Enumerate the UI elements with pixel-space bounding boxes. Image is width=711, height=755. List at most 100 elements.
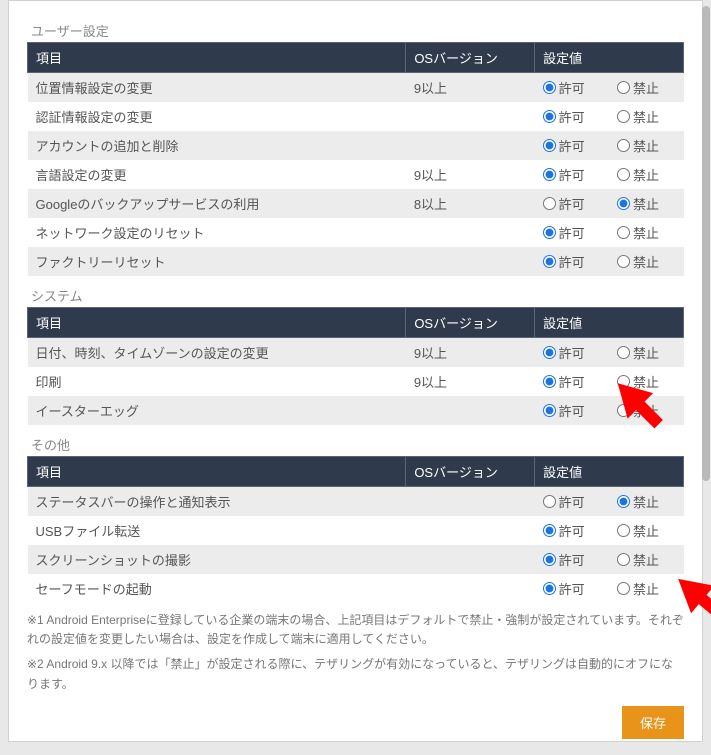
radio-cell-allow: 許可 [535, 545, 609, 574]
table-row: スクリーンショットの撮影許可禁止 [28, 545, 684, 574]
allow-label: 許可 [559, 553, 585, 568]
deny-radio[interactable] [617, 197, 630, 210]
allow-label: 許可 [559, 346, 585, 361]
os-version [406, 516, 535, 545]
allow-radio[interactable] [543, 495, 556, 508]
radio-cell-allow: 許可 [535, 73, 609, 103]
radio-cell-allow: 許可 [535, 396, 609, 425]
allow-label: 許可 [559, 524, 585, 539]
table-row: 印刷9以上許可禁止 [28, 367, 684, 396]
allow-radio[interactable] [543, 524, 556, 537]
radio-cell-allow: 許可 [535, 131, 609, 160]
os-version [406, 574, 535, 603]
item-label: 位置情報設定の変更 [28, 73, 406, 103]
radio-cell-allow: 許可 [535, 367, 609, 396]
column-header: OSバージョン [406, 43, 535, 73]
deny-label: 禁止 [633, 582, 659, 597]
column-header: 設定値 [535, 308, 684, 338]
item-label: イースターエッグ [28, 396, 406, 425]
radio-cell-deny: 禁止 [609, 189, 683, 218]
settings-panel: ユーザー設定項目OSバージョン設定値位置情報設定の変更9以上許可禁止認証情報設定… [8, 0, 703, 742]
deny-label: 禁止 [633, 553, 659, 568]
allow-radio[interactable] [543, 226, 556, 239]
deny-radio[interactable] [617, 346, 630, 359]
radio-cell-deny: 禁止 [609, 545, 683, 574]
os-version [406, 218, 535, 247]
allow-label: 許可 [559, 197, 585, 212]
radio-cell-deny: 禁止 [609, 487, 683, 517]
table-row: ステータスバーの操作と通知表示許可禁止 [28, 487, 684, 517]
os-version [406, 131, 535, 160]
scrollbar-thumb[interactable] [702, 6, 710, 481]
deny-label: 禁止 [633, 197, 659, 212]
footnote-2: ※2 Android 9.x 以降では「禁止」が設定される際に、テザリングが有効… [27, 655, 684, 693]
allow-radio[interactable] [543, 553, 556, 566]
table-row: USBファイル転送許可禁止 [28, 516, 684, 545]
radio-cell-allow: 許可 [535, 516, 609, 545]
deny-radio[interactable] [617, 255, 630, 268]
os-version: 9以上 [406, 338, 535, 368]
allow-label: 許可 [559, 404, 585, 419]
table-row: Googleのバックアップサービスの利用8以上 許可 禁止 [28, 189, 684, 218]
allow-radio[interactable] [543, 582, 556, 595]
table-row: 日付、時刻、タイムゾーンの設定の変更9以上許可禁止 [28, 338, 684, 368]
item-label: 認証情報設定の変更 [28, 102, 406, 131]
allow-label: 許可 [559, 168, 585, 183]
allow-radio[interactable] [543, 197, 556, 210]
settings-table: 項目OSバージョン設定値日付、時刻、タイムゾーンの設定の変更9以上許可禁止印刷9… [27, 307, 684, 425]
allow-radio[interactable] [543, 404, 556, 417]
table-row: アカウントの追加と削除 許可 禁止 [28, 131, 684, 160]
table-row: イースターエッグ許可禁止 [28, 396, 684, 425]
allow-label: 許可 [559, 582, 585, 597]
item-label: アカウントの追加と削除 [28, 131, 406, 160]
column-header: OSバージョン [406, 457, 535, 487]
radio-cell-allow: 許可 [535, 102, 609, 131]
deny-radio[interactable] [617, 81, 630, 94]
settings-table: 項目OSバージョン設定値位置情報設定の変更9以上許可禁止認証情報設定の変更許可禁… [27, 42, 684, 276]
os-version: 9以上 [406, 160, 535, 189]
allow-radio[interactable] [543, 375, 556, 388]
allow-radio[interactable] [543, 346, 556, 359]
radio-cell-allow: 許可 [535, 487, 609, 517]
allow-label: 許可 [559, 375, 585, 390]
deny-radio[interactable] [617, 524, 630, 537]
deny-label: 禁止 [633, 81, 659, 96]
allow-radio[interactable] [543, 110, 556, 123]
radio-cell-allow: 許可 [535, 218, 609, 247]
deny-radio[interactable] [617, 139, 630, 152]
allow-label: 許可 [559, 226, 585, 241]
allow-radio[interactable] [543, 81, 556, 94]
allow-radio[interactable] [543, 168, 556, 181]
table-row: 認証情報設定の変更 許可 禁止 [28, 102, 684, 131]
save-button[interactable]: 保存 [622, 706, 684, 739]
radio-cell-allow: 許可 [535, 189, 609, 218]
radio-cell-deny: 禁止 [609, 218, 683, 247]
deny-radio[interactable] [617, 553, 630, 566]
deny-radio[interactable] [617, 495, 630, 508]
deny-label: 禁止 [633, 255, 659, 270]
column-header: 項目 [28, 308, 406, 338]
radio-cell-allow: 許可 [535, 160, 609, 189]
allow-radio[interactable] [543, 139, 556, 152]
item-label: 印刷 [28, 367, 406, 396]
column-header: 設定値 [535, 457, 684, 487]
section-title: その他 [27, 431, 684, 454]
radio-cell-deny: 禁止 [609, 73, 683, 103]
radio-cell-allow: 許可 [535, 247, 609, 276]
radio-cell-deny: 禁止 [609, 102, 683, 131]
item-label: ネットワーク設定のリセット [28, 218, 406, 247]
deny-radio[interactable] [617, 226, 630, 239]
deny-radio[interactable] [617, 168, 630, 181]
os-version: 9以上 [406, 73, 535, 103]
deny-radio[interactable] [617, 110, 630, 123]
allow-radio[interactable] [543, 255, 556, 268]
os-version: 8以上 [406, 189, 535, 218]
deny-label: 禁止 [633, 139, 659, 154]
item-label: Googleのバックアップサービスの利用 [28, 189, 406, 218]
allow-label: 許可 [559, 110, 585, 125]
os-version [406, 545, 535, 574]
deny-label: 禁止 [633, 110, 659, 125]
footnote-1: ※1 Android Enterpriseに登録している企業の端末の場合、上記項… [27, 611, 684, 649]
section-title: システム [27, 282, 684, 305]
deny-radio[interactable] [617, 582, 630, 595]
